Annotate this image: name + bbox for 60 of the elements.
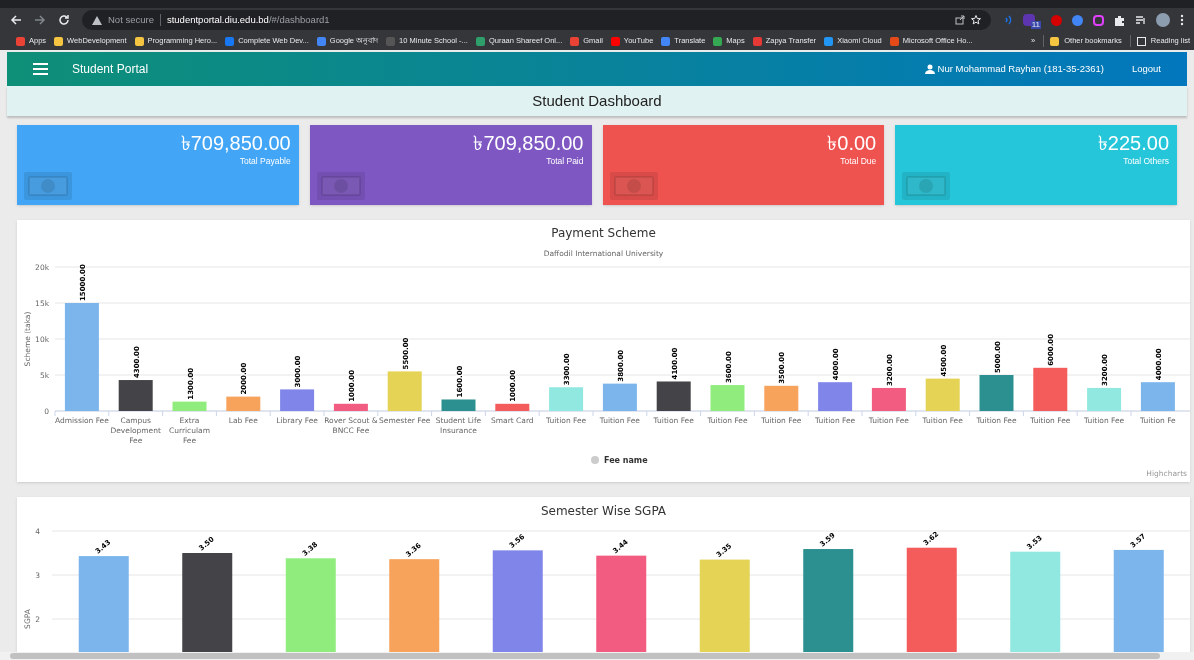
bar (1033, 368, 1068, 412)
puzzle-icon[interactable] (1114, 14, 1125, 26)
bar (280, 389, 315, 412)
user-icon (924, 64, 935, 74)
reading-list-icon (1136, 36, 1146, 46)
legend-item[interactable]: Fee name (591, 456, 648, 466)
card-label: Total Others (1123, 155, 1169, 168)
chart-title: Payment Scheme (551, 225, 656, 242)
forward-icon[interactable] (34, 14, 46, 26)
banknote-icon (315, 169, 366, 203)
bar (764, 386, 799, 412)
warning-icon (92, 15, 102, 25)
avatar-icon[interactable] (1156, 13, 1170, 27)
share-icon[interactable] (954, 15, 965, 25)
brand-title[interactable]: Student Portal (72, 60, 149, 78)
horizontal-scrollbar[interactable] (0, 652, 1194, 660)
extension-icon[interactable] (1093, 14, 1104, 26)
bar (1087, 388, 1122, 412)
bar (333, 404, 368, 412)
security-label: Not secure (108, 12, 154, 27)
bar (226, 396, 261, 412)
bar (979, 375, 1014, 412)
bar (441, 399, 476, 412)
bar (549, 387, 584, 412)
banknote-icon (23, 169, 73, 203)
bar (871, 388, 906, 412)
card-amount: ৳0.00 (827, 131, 877, 155)
bar (1140, 382, 1175, 412)
broadcast-icon[interactable] (1002, 15, 1013, 25)
page-title: Student Dashboard (532, 90, 662, 111)
card-label: Total Due (840, 155, 877, 168)
folder-icon (1050, 36, 1060, 46)
bar (710, 385, 745, 412)
bar (495, 404, 530, 412)
user-name[interactable]: Nur Mohammad Rayhan (181-35-2361) (937, 61, 1104, 77)
card-label: Total Paid (546, 155, 584, 168)
bar (925, 378, 960, 412)
card-amount: ৳709,850.00 (180, 131, 291, 155)
bar (818, 382, 853, 412)
banknote-icon (901, 169, 952, 203)
playlist-icon[interactable] (1135, 14, 1146, 26)
banknote-icon (608, 169, 659, 203)
chart-title: Semester Wise SGPA (540, 503, 667, 520)
bar (118, 380, 153, 412)
card-amount: ৳709,850.00 (473, 131, 584, 155)
card-label: Total Payable (239, 155, 291, 168)
extension-icon[interactable] (1072, 14, 1083, 26)
bar (387, 371, 422, 412)
back-icon[interactable] (10, 14, 22, 26)
bar (656, 381, 691, 412)
bar (602, 383, 637, 412)
reload-icon[interactable] (58, 14, 70, 26)
address-bar[interactable]: Not secure studentportal.diu.edu.bd/#/dashboard1 (82, 10, 991, 30)
card-amount: ৳225.00 (1097, 131, 1169, 155)
logout-link[interactable]: Logout (1131, 61, 1161, 77)
star-icon[interactable] (970, 15, 981, 25)
bar (172, 401, 207, 412)
menu-icon[interactable] (1180, 14, 1184, 26)
extension-badge: 11 (1030, 21, 1041, 29)
url-text: studentportal.diu.edu.bd/#/dashboard1 (166, 12, 330, 27)
